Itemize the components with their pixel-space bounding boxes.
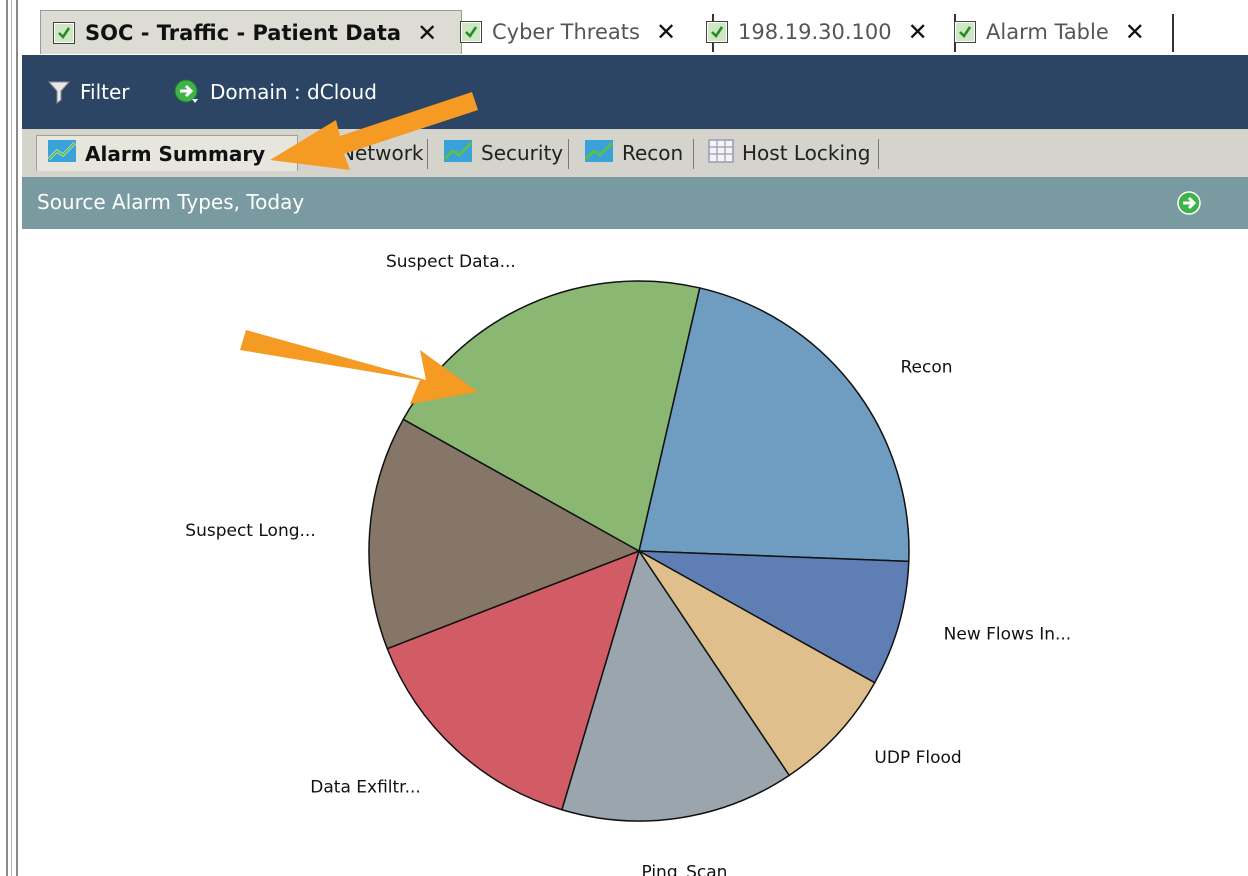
table-icon — [708, 138, 734, 168]
close-icon[interactable]: ✕ — [1125, 18, 1145, 46]
checked-document-icon — [53, 21, 75, 44]
checked-document-icon — [954, 21, 976, 43]
tab-label: Network — [340, 141, 424, 165]
tab-label: Alarm Table — [986, 20, 1109, 44]
main-toolbar: Filter Domain : dCloud — [22, 55, 1248, 129]
tab-label: Security — [481, 141, 564, 165]
document-tab-bar: SOC - Traffic - Patient Data ✕ Cyber Thr… — [22, 0, 1248, 55]
tab-alarm-table[interactable]: Alarm Table ✕ — [954, 10, 1174, 54]
filter-icon — [48, 80, 70, 104]
close-icon[interactable]: ✕ — [417, 19, 437, 47]
go-arrow-icon[interactable] — [1177, 191, 1201, 219]
checked-document-icon — [460, 21, 482, 43]
line-chart-icon — [47, 139, 77, 168]
filter-button[interactable]: Filter — [48, 77, 130, 107]
tab-ip-198-19-30-100[interactable]: 198.19.30.100 ✕ — [706, 10, 956, 54]
tab-recon[interactable]: Recon — [584, 135, 683, 171]
close-icon[interactable]: ✕ — [656, 18, 676, 46]
tab-label: Cyber Threats — [492, 20, 640, 44]
pie-chart: Recon New Flows In... UDP Flood Ping_Scan Da… — [185, 252, 1072, 876]
domain-label: Domain : dCloud — [210, 80, 377, 104]
tab-label: Host Locking — [742, 141, 871, 165]
dashboard-tab-bar: Alarm Summary Network Security Recon Hos… — [22, 129, 1248, 178]
tab-cyber-threats[interactable]: Cyber Threats ✕ — [460, 10, 714, 54]
window-frame-left — [0, 0, 22, 876]
pie-slice-label: Ping_Scan — [641, 863, 727, 876]
tab-host-locking[interactable]: Host Locking — [708, 135, 870, 171]
close-icon[interactable]: ✕ — [908, 18, 928, 46]
checked-document-icon — [706, 21, 728, 43]
pie-slice-label: Data Exfiltr... — [310, 777, 421, 797]
panel-header: Source Alarm Types, Today — [22, 177, 1248, 229]
tab-network[interactable]: Network — [302, 135, 424, 171]
filter-label: Filter — [80, 80, 130, 104]
pie-slice-label: Suspect Long... — [185, 521, 315, 541]
tab-label: SOC - Traffic - Patient Data — [85, 20, 402, 45]
pie-slice-label: Recon — [901, 357, 953, 377]
tab-alarm-summary[interactable]: Alarm Summary — [36, 135, 298, 171]
line-chart-icon — [443, 139, 473, 168]
tab-security[interactable]: Security — [443, 135, 563, 171]
pie-slice-label: Suspect Data... — [386, 252, 516, 272]
tab-label: 198.19.30.100 — [738, 20, 892, 44]
pie-slice-label: UDP Flood — [874, 748, 961, 768]
pie-slice-label: New Flows In... — [944, 624, 1072, 644]
domain-selector[interactable]: Domain : dCloud — [174, 77, 377, 107]
chart-panel: Recon New Flows In... UDP Flood Ping_Scan Da… — [22, 229, 1248, 876]
go-arrow-icon — [174, 79, 200, 105]
tab-soc-traffic-patient-data[interactable]: SOC - Traffic - Patient Data ✕ — [40, 10, 462, 54]
line-chart-icon — [302, 139, 332, 168]
tab-label: Alarm Summary — [85, 141, 266, 166]
line-chart-icon — [584, 139, 614, 168]
panel-title: Source Alarm Types, Today — [37, 190, 305, 214]
tab-label: Recon — [622, 141, 684, 165]
